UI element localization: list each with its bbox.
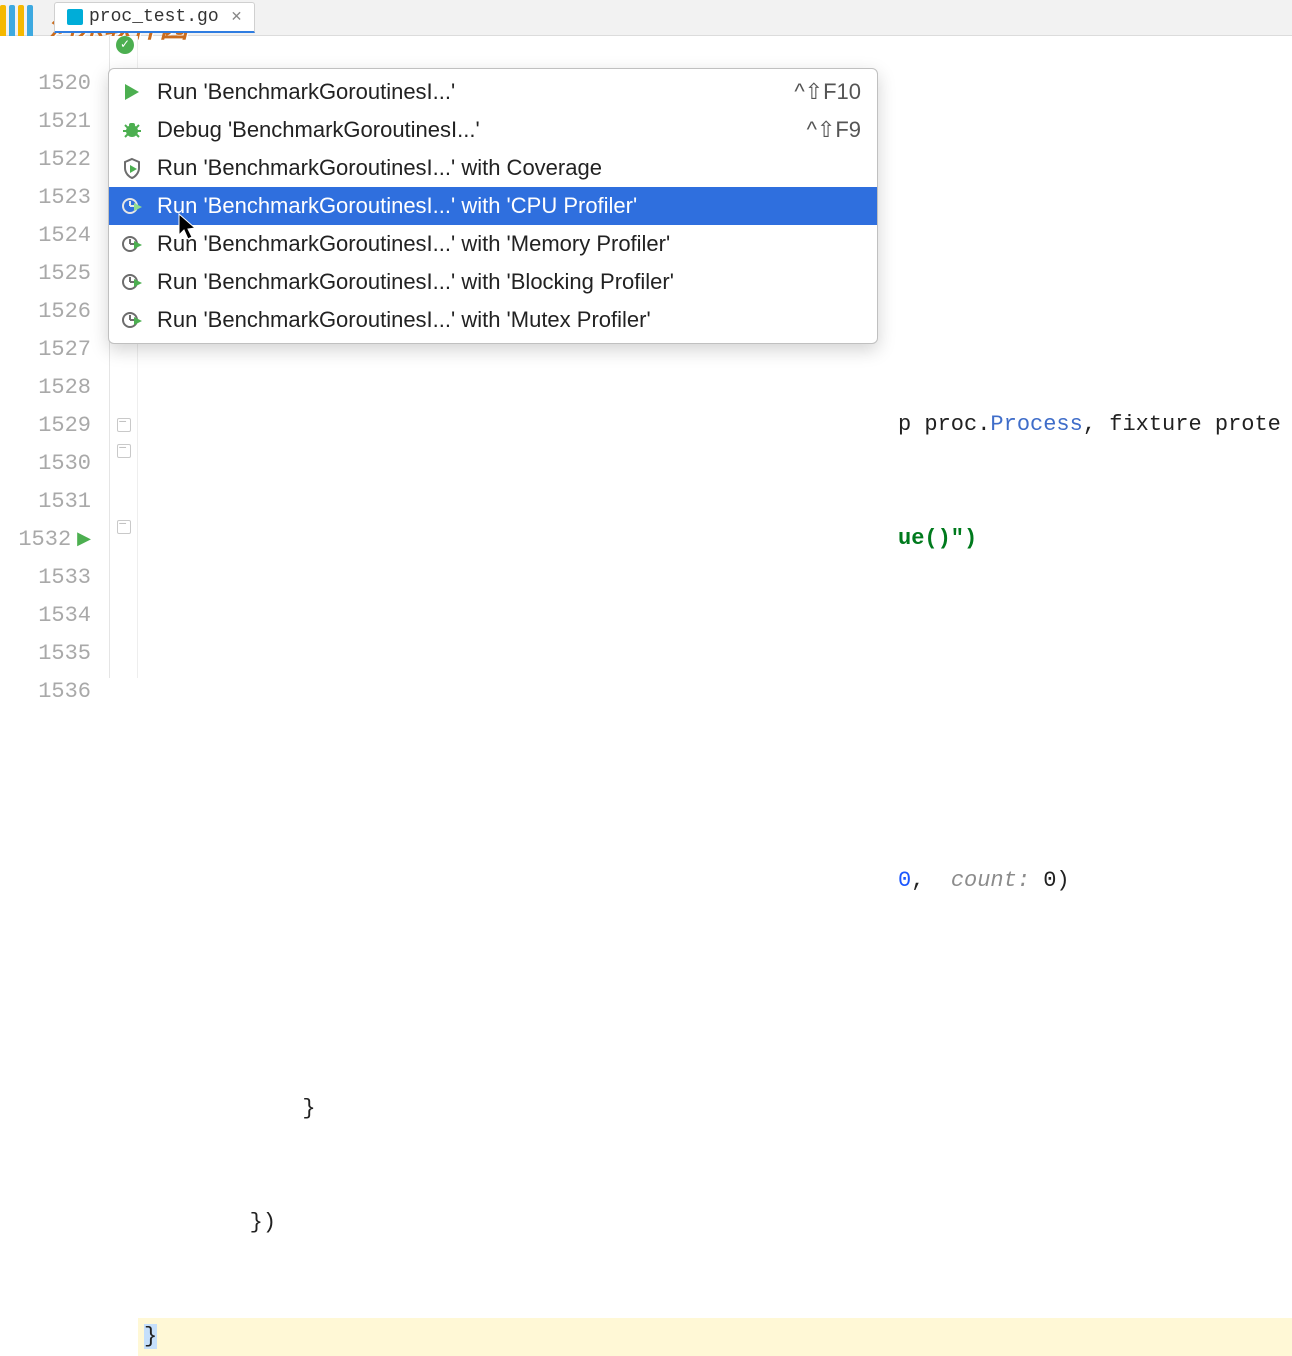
close-icon[interactable]: ✕: [231, 9, 243, 26]
menu-label: Run 'BenchmarkGoroutinesI...' with 'Bloc…: [157, 269, 674, 295]
profiler-icon: [119, 307, 145, 333]
menu-label: Run 'BenchmarkGoroutinesI...': [157, 79, 455, 105]
tab-bar: proc_test.go ✕: [0, 0, 1292, 36]
line-number: 1522: [38, 147, 91, 172]
line-number: 1531: [38, 489, 91, 514]
line-number: 1529: [38, 413, 91, 438]
line-number: 1523: [38, 185, 91, 210]
menu-shortcut: ^⇧F9: [807, 117, 861, 143]
file-tab[interactable]: proc_test.go ✕: [54, 2, 255, 33]
line-number: 1532: [18, 527, 71, 552]
menu-label: Run 'BenchmarkGoroutinesI...' with 'Memo…: [157, 231, 670, 257]
menu-run[interactable]: Run 'BenchmarkGoroutinesI...' ^⇧F10: [109, 73, 877, 111]
menu-shortcut: ^⇧F10: [794, 79, 861, 105]
line-number: 1534: [38, 603, 91, 628]
fold-toggle[interactable]: [117, 444, 131, 458]
menu-run-cpu-profiler[interactable]: Run 'BenchmarkGoroutinesI...' with 'CPU …: [109, 187, 877, 225]
line-number: 1530: [38, 451, 91, 476]
bug-icon: [119, 117, 145, 143]
profiler-icon: [119, 269, 145, 295]
menu-label: Debug 'BenchmarkGoroutinesI...': [157, 117, 480, 143]
line-number: 1524: [38, 223, 91, 248]
fold-toggle[interactable]: [117, 520, 131, 534]
run-context-menu: Run 'BenchmarkGoroutinesI...' ^⇧F10 Debu…: [108, 68, 878, 344]
menu-run-memory-profiler[interactable]: Run 'BenchmarkGoroutinesI...' with 'Memo…: [109, 225, 877, 263]
profiler-icon: [119, 231, 145, 257]
run-gutter-icon[interactable]: ▶: [77, 528, 91, 550]
menu-label: Run 'BenchmarkGoroutinesI...' with 'CPU …: [157, 193, 637, 219]
play-icon: [119, 79, 145, 105]
line-number: 1525: [38, 261, 91, 286]
go-file-icon: [67, 9, 83, 25]
line-number: 1533: [38, 565, 91, 590]
line-number-gutter: 1520 1521 1522 1523 1524 1525 1526 1527 …: [0, 36, 110, 678]
coverage-icon: [119, 155, 145, 181]
menu-run-blocking-profiler[interactable]: Run 'BenchmarkGoroutinesI...' with 'Bloc…: [109, 263, 877, 301]
line-number: 1528: [38, 375, 91, 400]
menu-debug[interactable]: Debug 'BenchmarkGoroutinesI...' ^⇧F9: [109, 111, 877, 149]
line-number: 1521: [38, 109, 91, 134]
line-number: 1520: [38, 71, 91, 96]
profiler-icon: [119, 193, 145, 219]
tab-filename: proc_test.go: [89, 7, 219, 27]
menu-run-mutex-profiler[interactable]: Run 'BenchmarkGoroutinesI...' with 'Mute…: [109, 301, 877, 339]
fold-toggle[interactable]: [117, 418, 131, 432]
line-number: 1536: [38, 679, 91, 704]
line-number: 1535: [38, 641, 91, 666]
line-number: 1527: [38, 337, 91, 362]
line-number: 1526: [38, 299, 91, 324]
menu-label: Run 'BenchmarkGoroutinesI...' with Cover…: [157, 155, 602, 181]
status-ok-icon: ✓: [116, 36, 134, 54]
menu-run-coverage[interactable]: Run 'BenchmarkGoroutinesI...' with Cover…: [109, 149, 877, 187]
menu-label: Run 'BenchmarkGoroutinesI...' with 'Mute…: [157, 307, 651, 333]
